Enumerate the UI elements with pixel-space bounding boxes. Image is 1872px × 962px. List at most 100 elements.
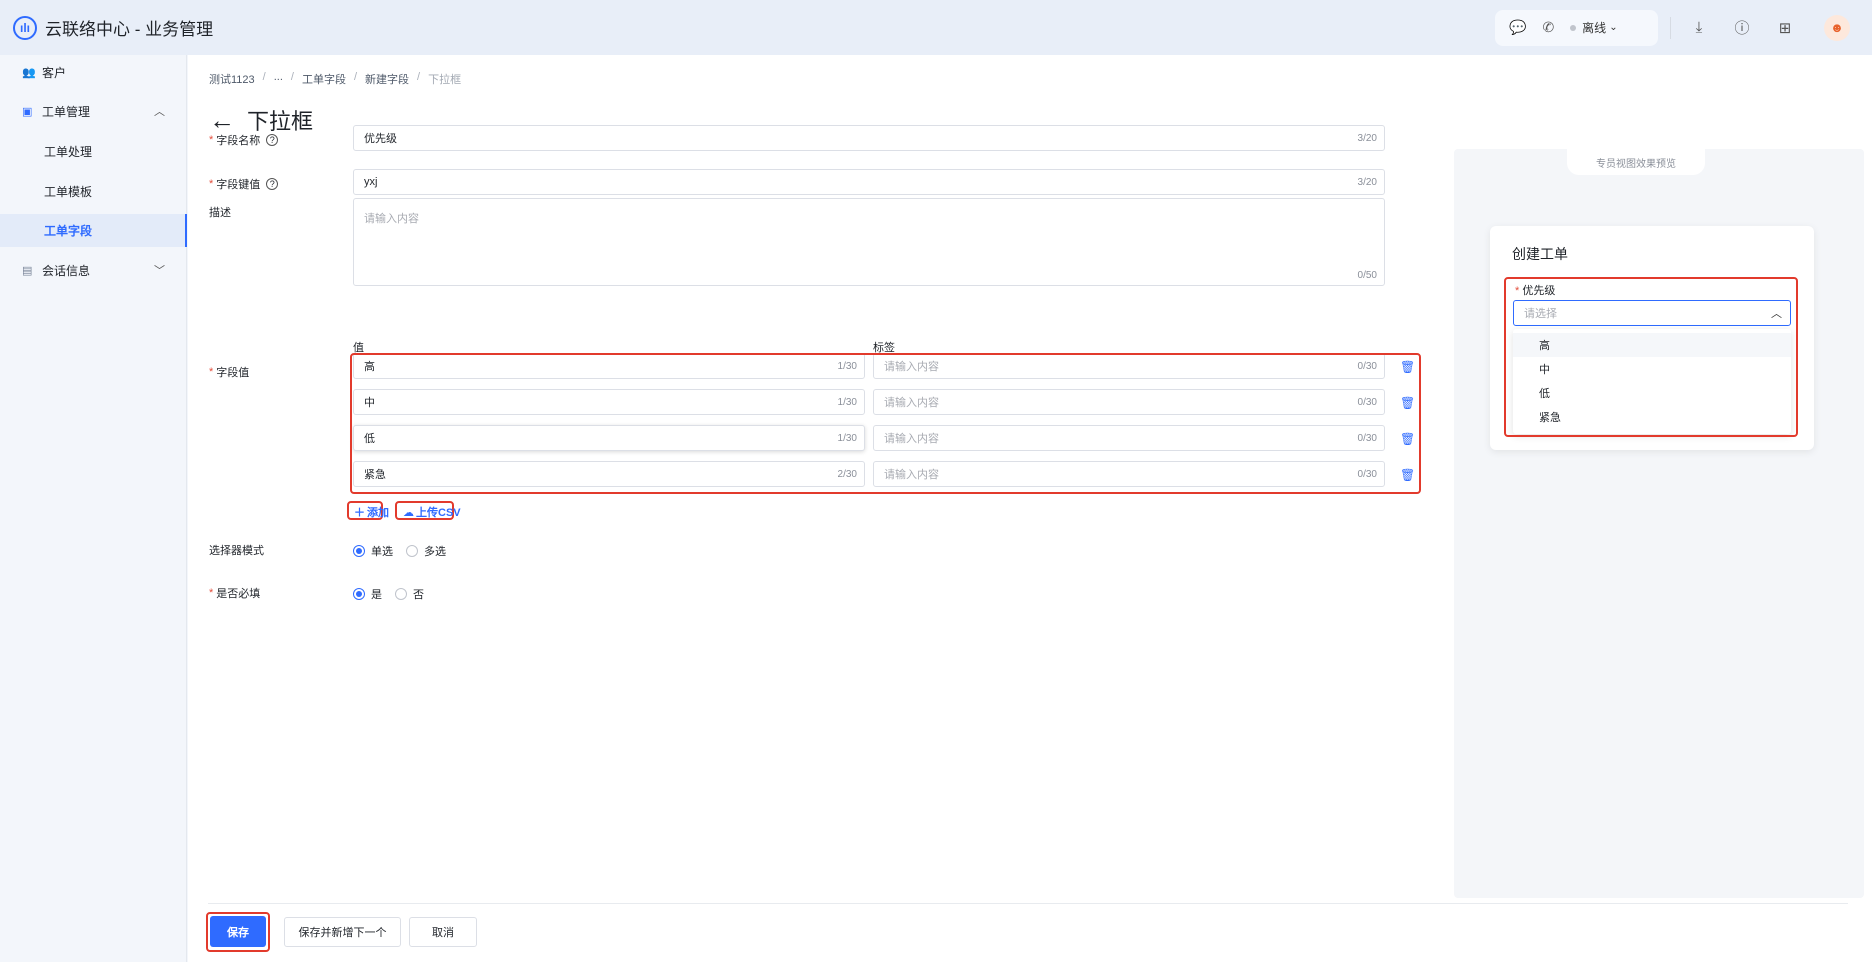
sidebar-item-label: 工单管理 [42,104,91,119]
field-key-input[interactable]: yxj 3/20 [353,169,1385,195]
status-label: 离线 [1582,21,1607,35]
radio-no[interactable]: 否 [395,586,424,602]
required-asterisk: * [209,134,214,146]
description-label: 描述 [209,204,231,220]
radio-label: 单选 [371,546,393,558]
sidebar-item-ticket-template[interactable]: 工单模板 [0,175,187,207]
breadcrumb-separator: / [290,71,294,83]
breadcrumb-item[interactable]: 测试1123 [209,71,255,87]
label-text: 是否必填 [216,588,261,600]
radio-checked-icon [353,588,365,600]
required-asterisk: * [209,587,214,599]
field-key-label: * 字段键值 ? [209,176,279,192]
breadcrumb-separator: / [417,71,421,83]
save-button[interactable]: 保存 [210,916,266,947]
breadcrumb-item[interactable]: ... [274,71,283,87]
char-counter: 3/20 [1357,132,1377,144]
chevron-up-icon: ︿ [154,106,165,118]
sidebar-item-label: 工单处理 [44,144,93,159]
radio-single[interactable]: 单选 [353,543,393,559]
headset-wave-icon: ılı [13,15,37,40]
divider [1670,16,1671,39]
add-value-button[interactable]: ＋ 添加 [354,504,389,520]
plus-icon: ＋ [354,507,365,519]
field-name-label: * 字段名称 ? [209,132,279,148]
selector-mode-radio-group: 单选 多选 [353,543,459,559]
cloud-upload-icon: ☁ [403,506,414,519]
radio-checked-icon [353,545,365,557]
char-counter: 0/50 [1357,270,1377,281]
selector-mode-label: 选择器模式 [209,542,264,558]
description-textarea[interactable]: 请输入内容 0/50 [353,198,1385,286]
chevron-down-icon: ﹀ [154,265,165,277]
chevron-down-icon: ⌄ [1609,22,1618,33]
sidebar-item-label: 客户 [42,65,67,80]
required-asterisk: * [209,178,214,190]
sidebar: 👥 客户 ▣ 工单管理 ︿ 工单处理 工单模板 工单字段 ▤ 会话信息 ﹀ [0,55,187,962]
preview-panel: 专员视图效果预览 创建工单 * 优先级 请选择 ︿ 高 中 低 紧急 [1454,149,1864,898]
sidebar-item-ticket-field[interactable]: 工单字段 [0,214,187,247]
clipboard-icon: ▣ [22,105,33,118]
field-values-label: * 字段值 [209,364,249,380]
phone-icon[interactable]: ✆ [1542,19,1554,36]
save-and-new-button[interactable]: 保存并新增下一个 [284,917,401,947]
chat-icon[interactable]: 💬 [1509,19,1526,36]
help-icon[interactable]: ? [266,134,279,146]
button-label: 上传CSV [416,507,461,519]
placeholder: 请输入内容 [364,213,419,225]
highlight-box [1504,277,1798,437]
radio-unchecked-icon [406,545,418,557]
highlight-box [350,353,1421,494]
avatar[interactable]: ☻ [1824,14,1850,41]
radio-yes[interactable]: 是 [353,586,382,602]
button-label: 添加 [367,507,389,519]
preview-card-title: 创建工单 [1512,246,1568,262]
sidebar-item-customer[interactable]: 👥 客户 [0,56,187,88]
sidebar-item-ticket-processing[interactable]: 工单处理 [0,135,187,167]
preview-tab: 专员视图效果预览 [1567,149,1705,175]
breadcrumb-separator: / [262,71,266,83]
preview-card: 创建工单 * 优先级 请选择 ︿ 高 中 低 紧急 [1490,226,1814,450]
breadcrumb: 测试1123 / ... / 工单字段 / 新建字段 / 下拉框 [209,71,461,87]
breadcrumb-current: 下拉框 [428,74,462,86]
char-counter: 3/20 [1357,176,1377,188]
breadcrumb-item[interactable]: 工单字段 [302,71,346,87]
radio-unchecked-icon [395,588,407,600]
label-text: 字段名称 [216,135,261,147]
status-dot [1570,24,1577,31]
input-value: yxj [364,176,378,188]
radio-label: 否 [413,589,424,601]
field-name-input[interactable]: 优先级 3/20 [353,125,1385,151]
cancel-button[interactable]: 取消 [409,917,477,947]
users-icon: 👥 [22,66,36,79]
label-text: 描述 [209,207,231,219]
back-arrow-icon[interactable]: ← [209,107,235,133]
top-bar: ılı 云联络中心 - 业务管理 💬 ✆ 离线 ⌄ ⤓ ⓘ ⊞ ☻ [0,0,1872,55]
radio-label: 是 [371,589,382,601]
app-title: 云联络中心 - 业务管理 [45,20,214,39]
sidebar-item-label: 会话信息 [42,263,91,278]
app-logo: ılı 云联络中心 - 业务管理 [13,15,213,40]
document-icon: ▤ [22,264,33,277]
footer-divider [208,903,1848,904]
breadcrumb-separator: / [353,71,358,83]
breadcrumb-item[interactable]: 新建字段 [365,71,409,87]
help-icon[interactable]: ⓘ [1732,18,1752,38]
status-dropdown[interactable]: 离线 ⌄ [1570,19,1618,36]
status-panel: 💬 ✆ 离线 ⌄ [1495,9,1658,46]
radio-multi[interactable]: 多选 [406,543,446,559]
label-text: 字段键值 [216,179,261,191]
label-text: 字段值 [216,367,250,379]
required-asterisk: * [209,366,214,378]
download-icon[interactable]: ⤓ [1689,18,1709,38]
label-text: 选择器模式 [209,545,264,557]
sidebar-item-label: 工单字段 [44,224,93,238]
radio-label: 多选 [424,546,446,558]
help-icon[interactable]: ? [266,178,279,190]
sidebar-item-ticket-management[interactable]: ▣ 工单管理 ︿ [0,95,187,127]
grid-icon[interactable]: ⊞ [1775,18,1795,38]
input-value: 优先级 [364,133,397,145]
sidebar-item-session-info[interactable]: ▤ 会话信息 ﹀ [0,254,187,286]
required-label: * 是否必填 [209,585,260,601]
upload-csv-button[interactable]: ☁ 上传CSV [403,504,461,520]
